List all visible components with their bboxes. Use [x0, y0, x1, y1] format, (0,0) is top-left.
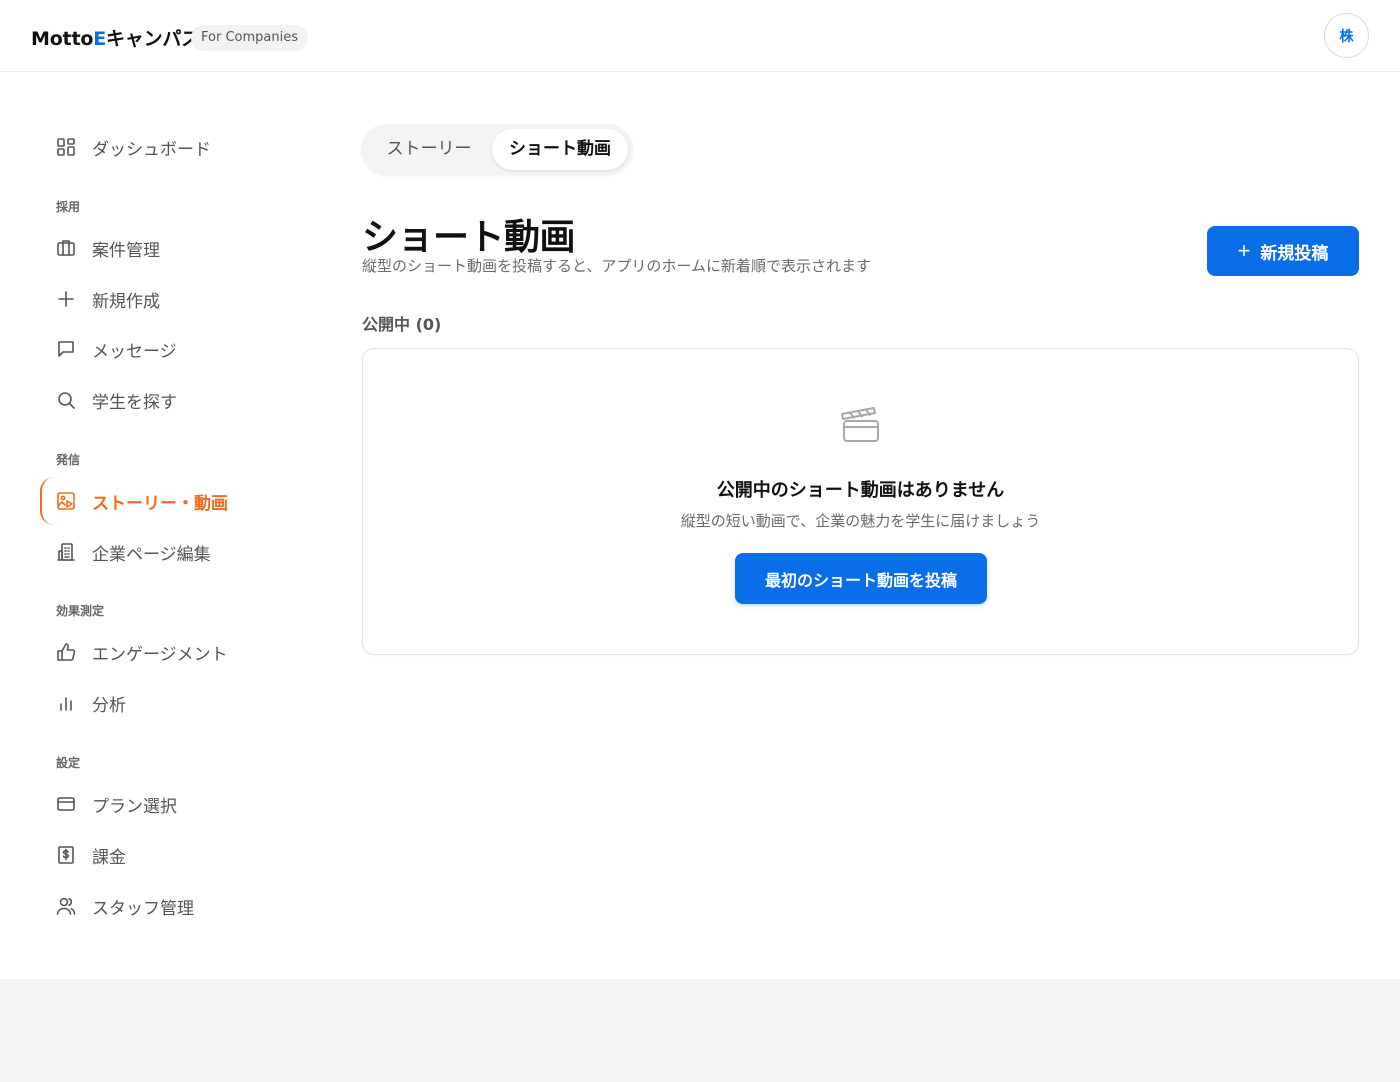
tab-short-video[interactable]: ショート動画 — [492, 129, 628, 170]
content-type-tabs: ストーリー ショート動画 — [361, 124, 633, 175]
receipt-dollar-icon — [56, 845, 76, 865]
sidebar-item-company-page[interactable]: 企業ページ編集 — [42, 532, 292, 572]
sidebar-item-students[interactable]: 学生を探す — [42, 380, 292, 420]
photo-video-icon — [56, 491, 76, 511]
sidebar-item-label: 課金 — [92, 847, 126, 868]
sidebar-item-messages[interactable]: メッセージ — [42, 329, 292, 369]
sidebar-item-label: メッセージ — [92, 341, 177, 362]
sidebar-item-label: スタッフ管理 — [92, 898, 194, 919]
sidebar-item-staff[interactable]: スタッフ管理 — [42, 886, 292, 926]
new-post-button[interactable]: + 新規投稿 — [1207, 226, 1359, 276]
plus-icon: + — [1237, 238, 1251, 263]
sidebar-item-label: ダッシュボード — [92, 139, 211, 160]
for-companies-badge: For Companies — [191, 25, 308, 51]
brand-accent: E — [93, 28, 106, 50]
section-label-publish: 発信 — [56, 453, 81, 467]
sidebar-item-new[interactable]: 新規作成 — [42, 279, 292, 319]
empty-state-subtitle: 縦型の短い動画で、企業の魅力を学生に届けましょう — [680, 512, 1041, 530]
dashboard-grid-icon — [56, 137, 76, 157]
users-icon — [56, 896, 76, 916]
sidebar-item-jobs[interactable]: 案件管理 — [42, 228, 292, 268]
section-label-recruit: 採用 — [56, 200, 81, 214]
credit-card-icon — [56, 794, 76, 814]
building-icon — [56, 542, 76, 562]
sidebar-item-label: 案件管理 — [92, 240, 160, 261]
brand-logo[interactable]: MottoEキャンパス — [31, 24, 200, 51]
chat-bubble-icon — [56, 339, 76, 359]
top-header: MottoEキャンパス For Companies 株 — [0, 0, 1400, 72]
plus-icon — [56, 289, 76, 309]
brand-suffix: キャンパス — [105, 28, 200, 50]
account-avatar[interactable]: 株 — [1324, 13, 1369, 58]
sidebar-item-engagement[interactable]: エンゲージメント — [42, 632, 292, 672]
sidebar-item-dashboard[interactable]: ダッシュボード — [42, 127, 292, 167]
new-post-label: 新規投稿 — [1260, 243, 1329, 263]
section-label-metrics: 効果測定 — [56, 604, 105, 618]
sidebar-item-label: プラン選択 — [92, 796, 177, 817]
sidebar-item-label: 学生を探す — [92, 392, 177, 413]
clapperboard-icon — [837, 401, 885, 449]
page-subtitle: 縦型のショート動画を投稿すると、アプリのホームに新着順で表示されます — [362, 257, 871, 275]
first-post-button[interactable]: 最初のショート動画を投稿 — [735, 553, 987, 604]
sidebar-item-plan[interactable]: プラン選択 — [42, 784, 292, 824]
tab-story[interactable]: ストーリー — [367, 129, 491, 170]
section-label-settings: 設定 — [56, 756, 81, 770]
search-icon — [56, 390, 76, 410]
page-footer — [0, 979, 1400, 1082]
published-count-label: 公開中 (0) — [362, 315, 442, 334]
empty-state-title: 公開中のショート動画はありません — [716, 480, 1005, 501]
sidebar-item-label: 企業ページ編集 — [92, 544, 211, 565]
sidebar-item-label: ストーリー・動画 — [92, 493, 228, 514]
sidebar-item-label: 分析 — [92, 695, 126, 716]
sidebar-item-label: エンゲージメント — [92, 644, 228, 665]
sidebar-item-analytics[interactable]: 分析 — [42, 683, 292, 723]
brand-prefix: Motto — [31, 28, 94, 50]
sidebar-item-billing[interactable]: 課金 — [42, 835, 292, 875]
page-title: ショート動画 — [362, 217, 576, 258]
sidebar-item-stories[interactable]: ストーリー・動画 — [40, 477, 292, 525]
bar-chart-icon — [56, 693, 76, 713]
briefcase-icon — [56, 238, 76, 258]
sidebar-item-label: 新規作成 — [92, 291, 160, 312]
empty-state-card: 公開中のショート動画はありません 縦型の短い動画で、企業の魅力を学生に届けましょ… — [362, 348, 1359, 655]
thumbs-up-icon — [56, 642, 76, 662]
